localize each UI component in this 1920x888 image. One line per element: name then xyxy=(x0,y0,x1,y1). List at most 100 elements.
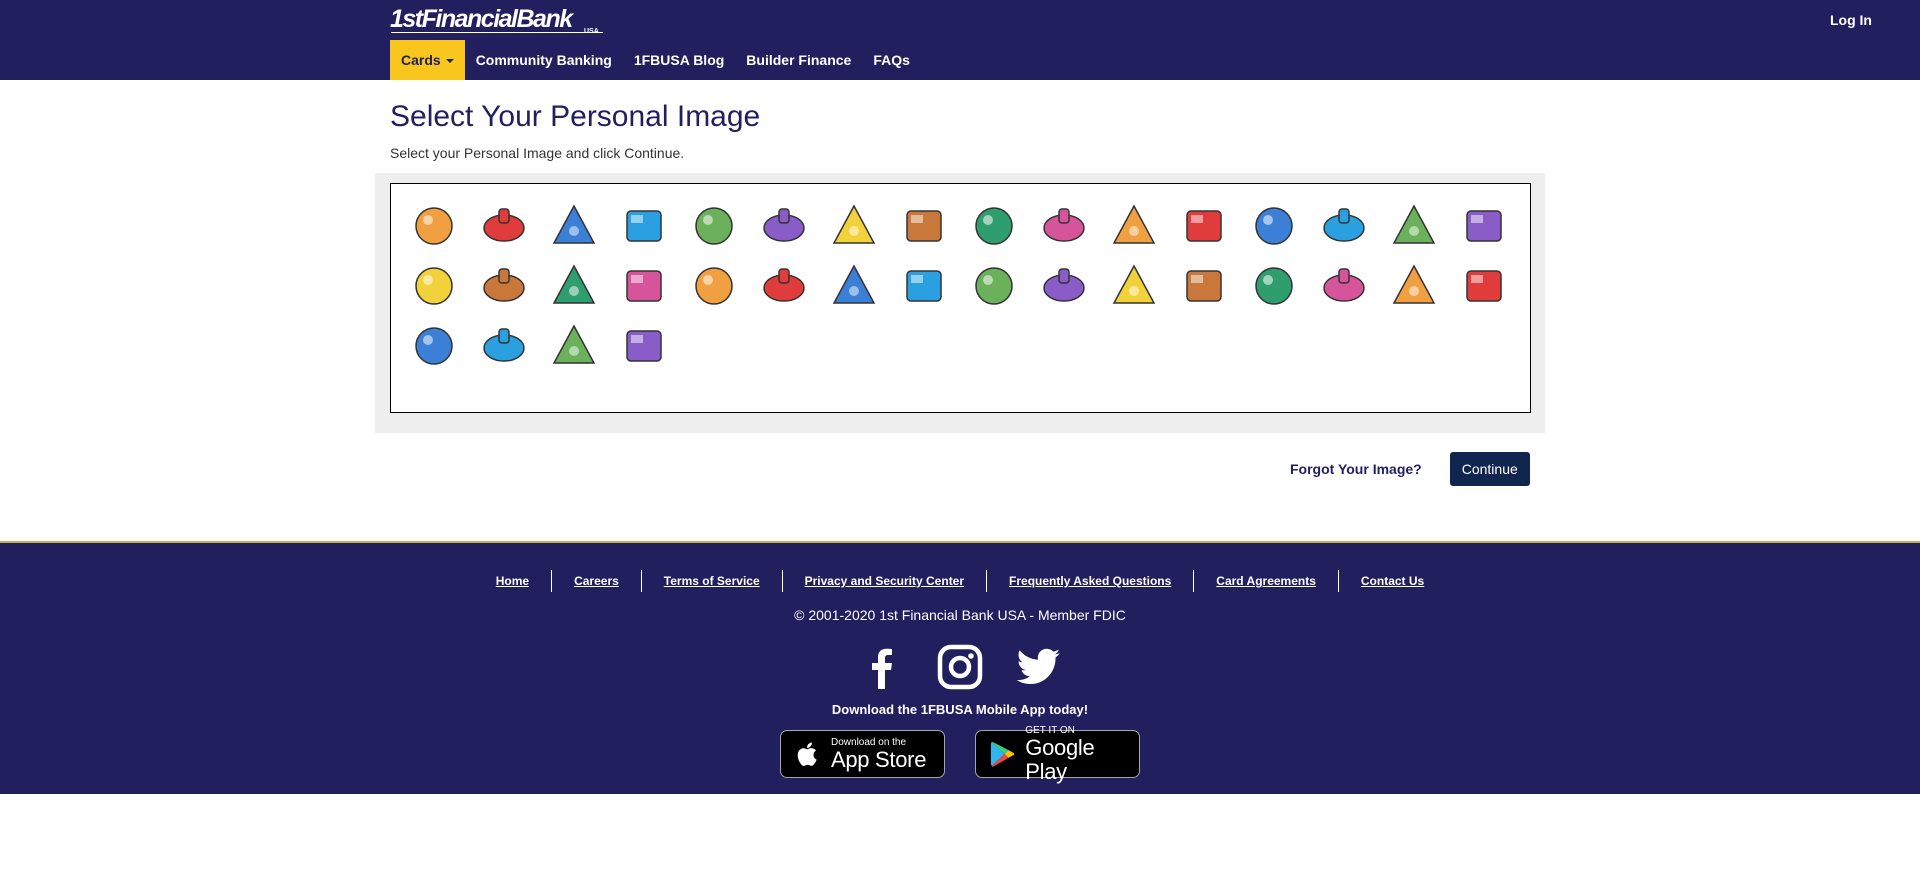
basketball-icon xyxy=(695,267,733,305)
personal-image-option[interactable] xyxy=(474,316,534,376)
logo-subtitle: USA xyxy=(584,28,599,35)
personal-image-option[interactable] xyxy=(1384,256,1444,316)
login-link[interactable]: Log In xyxy=(1830,12,1872,28)
target-icon xyxy=(1112,264,1156,304)
gold-coin-icon xyxy=(626,330,662,362)
personal-image-option[interactable] xyxy=(964,196,1024,256)
copyright: © 2001-2020 1st Financial Bank USA - Mem… xyxy=(794,607,1126,623)
footer-link-privacy[interactable]: Privacy and Security Center xyxy=(781,570,986,592)
footer-links: Home Careers Terms of Service Privacy an… xyxy=(0,570,1920,592)
personal-image-option[interactable] xyxy=(1384,196,1444,256)
film-reel-icon xyxy=(906,270,942,302)
footer-link-home[interactable]: Home xyxy=(474,570,551,592)
globe-icon xyxy=(1323,208,1365,242)
forgot-image-link[interactable]: Forgot Your Image? xyxy=(1290,461,1422,477)
page-title: Select Your Personal Image xyxy=(390,100,761,133)
google-play-badge[interactable]: GET IT ON Google Play xyxy=(975,725,1140,783)
personal-image-option[interactable] xyxy=(1104,256,1164,316)
personal-image-option[interactable] xyxy=(964,256,1024,316)
footer: Home Careers Terms of Service Privacy an… xyxy=(0,541,1920,794)
nav-item-faqs[interactable]: FAQs xyxy=(862,40,921,80)
drum-set-icon xyxy=(1392,204,1436,244)
main-nav: Cards Community Banking 1FBUSA Blog Buil… xyxy=(390,40,921,80)
bank-logo[interactable]: 1stFinancialBank xyxy=(390,6,573,32)
abacus-icon xyxy=(975,207,1013,245)
personal-image-option[interactable] xyxy=(1244,256,1304,316)
personal-image-option[interactable] xyxy=(1034,196,1094,256)
personal-image-option[interactable] xyxy=(894,196,954,256)
caret-down-icon xyxy=(445,59,454,64)
personal-image-option[interactable] xyxy=(754,196,814,256)
social-links xyxy=(0,643,1920,691)
nav-item-label: Cards xyxy=(401,52,441,68)
personal-image-option[interactable] xyxy=(614,316,674,376)
nav-item-community-banking[interactable]: Community Banking xyxy=(465,40,623,80)
footer-link-careers[interactable]: Careers xyxy=(551,570,641,592)
personal-image-option[interactable] xyxy=(1314,256,1374,316)
footer-link-faq[interactable]: Frequently Asked Questions xyxy=(986,570,1193,592)
magic-wand-icon xyxy=(483,208,525,242)
instagram-icon[interactable] xyxy=(936,643,984,691)
personal-image-option[interactable] xyxy=(894,256,954,316)
stars-icon xyxy=(1466,210,1502,242)
personal-image-option[interactable] xyxy=(1314,196,1374,256)
comb-icon xyxy=(415,267,453,305)
dice-icon xyxy=(832,264,876,304)
personal-image-option[interactable] xyxy=(684,196,744,256)
personal-image-option[interactable] xyxy=(404,316,464,376)
facebook-icon[interactable] xyxy=(858,643,906,691)
footer-link-terms[interactable]: Terms of Service xyxy=(640,570,782,592)
personal-image-option[interactable] xyxy=(1454,256,1514,316)
pda-icon xyxy=(763,268,805,302)
personal-image-option[interactable] xyxy=(404,196,464,256)
swiss-knife-icon xyxy=(1186,210,1222,242)
fire-icon xyxy=(483,328,525,362)
page-subtitle: Select your Personal Image and click Con… xyxy=(390,145,685,161)
alarm-clock-icon xyxy=(975,267,1013,305)
thumbs-up-icon xyxy=(415,207,453,245)
perfume-bottle-icon xyxy=(1043,208,1085,242)
personal-image-option[interactable] xyxy=(1034,256,1094,316)
nav-item-cards[interactable]: Cards xyxy=(390,40,465,80)
molecule-icon xyxy=(1043,268,1085,302)
personal-image-option[interactable] xyxy=(474,256,534,316)
personal-image-option[interactable] xyxy=(684,256,744,316)
nav-item-builder-finance[interactable]: Builder Finance xyxy=(735,40,862,80)
personal-image-option[interactable] xyxy=(1244,196,1304,256)
personal-image-option[interactable] xyxy=(544,316,604,376)
mp3-player-icon xyxy=(906,210,942,242)
google-play-icon xyxy=(990,742,1015,767)
personal-image-option[interactable] xyxy=(614,196,674,256)
personal-image-option[interactable] xyxy=(404,256,464,316)
header-bar: 1stFinancialBank USA Log In Cards Commun… xyxy=(0,0,1920,80)
personal-image-option[interactable] xyxy=(614,256,674,316)
personal-image-option[interactable] xyxy=(1174,196,1234,256)
personal-image-option[interactable] xyxy=(544,256,604,316)
book-stack-icon xyxy=(1186,270,1222,302)
credit-card-icon xyxy=(1255,267,1293,305)
books-icon xyxy=(695,207,733,245)
brick-wall-icon xyxy=(1323,268,1365,302)
app-store-badge[interactable]: Download on the App Store xyxy=(780,730,945,778)
soccer-ball-icon xyxy=(626,270,662,302)
personal-image-option[interactable] xyxy=(824,196,884,256)
continue-button[interactable]: Continue xyxy=(1449,452,1530,486)
flask-icon xyxy=(552,324,596,364)
personal-image-option[interactable] xyxy=(1104,196,1164,256)
app-store-small: Download on the xyxy=(831,736,907,748)
twitter-icon[interactable] xyxy=(1014,643,1062,691)
footer-link-card-agreements[interactable]: Card Agreements xyxy=(1193,570,1338,592)
light-bulb-icon xyxy=(1112,204,1156,244)
personal-image-option[interactable] xyxy=(754,256,814,316)
image-grid xyxy=(390,183,1531,413)
personal-image-option[interactable] xyxy=(1454,196,1514,256)
personal-image-option[interactable] xyxy=(544,196,604,256)
personal-image-option[interactable] xyxy=(474,196,534,256)
personal-image-option[interactable] xyxy=(824,256,884,316)
ship-icon xyxy=(763,208,805,242)
footer-link-contact[interactable]: Contact Us xyxy=(1337,570,1446,592)
image-selection-well xyxy=(375,173,1545,433)
nav-item-blog[interactable]: 1FBUSA Blog xyxy=(623,40,735,80)
personal-image-option[interactable] xyxy=(1174,256,1234,316)
cd-disc-icon xyxy=(1255,207,1293,245)
